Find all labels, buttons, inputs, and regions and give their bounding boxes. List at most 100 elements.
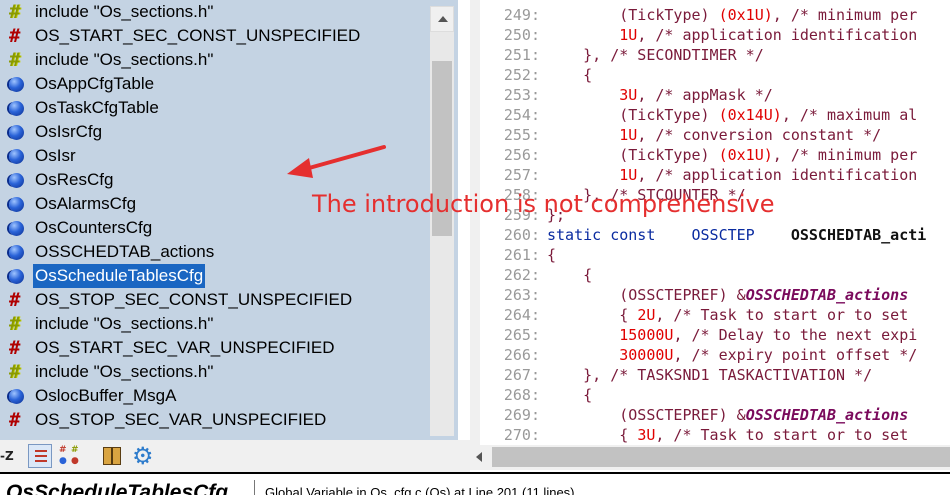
code-text: 3U, /* appMask */ [547, 85, 773, 105]
symbol-item-label: OS_STOP_SEC_VAR_UNSPECIFIED [35, 410, 327, 429]
line-number: 249: [503, 6, 540, 24]
symbol-item[interactable]: include "Os_sections.h" [0, 360, 430, 384]
line-number: 255: [503, 126, 540, 144]
code-token: { [547, 426, 638, 444]
line-number: 270: [503, 426, 540, 444]
code-token: 3U [637, 426, 656, 444]
code-text: }, /* STCOUNTER */ [547, 185, 746, 205]
symbol-item-label: OsIsr [35, 146, 76, 165]
code-text: (TickType) (0x14U), /* maximum al [547, 105, 917, 125]
code-token: { [547, 246, 557, 264]
code-token: , /* maximum al [781, 106, 918, 124]
code-token: 1U [619, 166, 638, 184]
symbol-list-scrollbar[interactable] [430, 6, 454, 436]
hash-red-icon [9, 24, 24, 48]
code-text: 15000U, /* Delay to the next expi [547, 325, 917, 345]
symbol-item-label: OsCountersCfg [35, 218, 153, 237]
symbol-item-label: OS_START_SEC_VAR_UNSPECIFIED [35, 338, 335, 357]
symbol-item[interactable]: OslocBuffer_MsgA [0, 384, 430, 408]
book-icon[interactable] [100, 444, 124, 468]
line-number: 258: [503, 186, 540, 204]
code-token: }, /* STCOUNTER */ [547, 186, 746, 204]
code-text: }, /* SECONDTIMER */ [547, 45, 764, 65]
symbol-item[interactable]: OSSCHEDTAB_actions [0, 240, 430, 264]
line-number: 250: [503, 26, 540, 44]
symbol-types-icon[interactable]: # # ● ● [58, 444, 84, 468]
code-token: { [547, 306, 638, 324]
blue-ball-icon [9, 221, 24, 236]
blue-ball-icon [9, 389, 24, 404]
symbol-item-label: OS_START_SEC_CONST_UNSPECIFIED [35, 26, 361, 45]
symbol-item-label: include "Os_sections.h" [35, 314, 214, 333]
symbol-item[interactable]: OsIsr [0, 144, 430, 168]
symbol-item[interactable]: OS_STOP_SEC_VAR_UNSPECIFIED [0, 408, 430, 432]
code-token: , /* expiry point offset */ [673, 346, 918, 364]
code-token: , /* conversion constant */ [637, 126, 882, 144]
line-number: 253: [503, 86, 540, 104]
scroll-up-arrow-icon[interactable] [430, 6, 454, 32]
status-info: Global Variable in Os_cfg.c (Os) at Line… [265, 485, 575, 495]
symbol-item[interactable]: OsScheduleTablesCfg [0, 264, 430, 288]
symbol-item[interactable]: OS_START_SEC_CONST_UNSPECIFIED [0, 24, 430, 48]
code-token: OSSCHEDTAB_acti [790, 226, 927, 244]
code-token: (0x1U) [718, 6, 773, 24]
scroll-left-arrow-icon[interactable] [470, 445, 492, 470]
symbol-item[interactable]: OsIsrCfg [0, 120, 430, 144]
scrollbar-thumb[interactable] [432, 61, 452, 236]
code-token: , /* appMask */ [637, 86, 773, 104]
code-token: OSSCHEDTAB_actions [745, 406, 909, 424]
symbol-item-label: OslocBuffer_MsgA [35, 386, 177, 405]
code-editor[interactable]: 249: (TickType) (0x1U), /* minimum per 25… [470, 0, 950, 445]
blue-ball-icon [9, 245, 24, 260]
code-token: , /* Task to start or to set [655, 426, 909, 444]
symbol-item[interactable]: include "Os_sections.h" [0, 0, 430, 24]
symbol-window: include "Os_sections.h" OS_START_SEC_CONS… [0, 0, 458, 440]
code-text: }; [547, 205, 565, 225]
symbol-item[interactable]: include "Os_sections.h" [0, 48, 430, 72]
code-token: , /* application identification [637, 26, 918, 44]
list-view-icon[interactable] [28, 444, 52, 468]
editor-gutter [470, 0, 480, 445]
code-token: , /* minimum per [772, 6, 918, 24]
sort-az-button[interactable]: -Z [0, 444, 22, 468]
symbol-item-label: OsTaskCfgTable [35, 98, 159, 117]
horizontal-scrollbar-thumb[interactable] [492, 447, 950, 467]
hash-red-icon [9, 336, 24, 360]
code-text: 1U, /* application identification [547, 25, 917, 45]
code-text: 1U, /* application identification [547, 165, 917, 185]
code-token: 2U [637, 306, 656, 324]
blue-ball-icon [9, 149, 24, 164]
symbol-item-label: OSSCHEDTAB_actions [35, 242, 215, 261]
symbol-item[interactable]: include "Os_sections.h" [0, 312, 430, 336]
symbol-item-label: include "Os_sections.h" [35, 50, 214, 69]
gear-icon[interactable]: ⚙ [132, 444, 158, 468]
symbol-item[interactable]: OsResCfg [0, 168, 430, 192]
code-token: , /* Delay to the next expi [673, 326, 918, 344]
code-token: { [547, 386, 593, 404]
symbol-item[interactable]: OsAppCfgTable [0, 72, 430, 96]
symbol-item[interactable]: OsTaskCfgTable [0, 96, 430, 120]
symbol-item[interactable]: OsCountersCfg [0, 216, 430, 240]
symbol-item-label: OsAlarmsCfg [35, 194, 137, 213]
hash-green-icon [9, 0, 24, 24]
symbol-item[interactable]: OS_STOP_SEC_CONST_UNSPECIFIED [0, 288, 430, 312]
blue-ball-icon [9, 173, 24, 188]
symbol-item-label: OsIsrCfg [35, 122, 103, 141]
hash-green-icon [9, 312, 24, 336]
symbol-item-label: OsScheduleTablesCfg [33, 264, 206, 288]
code-text: { 3U, /* Task to start or to set [547, 425, 908, 445]
line-number: 266: [503, 346, 540, 364]
symbol-item[interactable]: OsAlarmsCfg [0, 192, 430, 216]
code-token: static const [547, 226, 656, 244]
symbol-item[interactable]: OS_START_SEC_VAR_UNSPECIFIED [0, 336, 430, 360]
blue-ball-icon [9, 101, 24, 116]
horizontal-scrollbar[interactable] [470, 445, 950, 470]
code-token: 30000U [619, 346, 674, 364]
hash-green-icon [9, 48, 24, 72]
